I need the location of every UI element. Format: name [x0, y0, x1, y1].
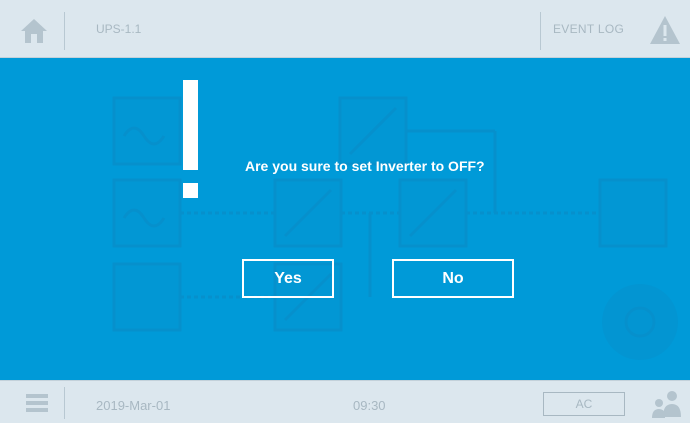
yes-button[interactable]: Yes [242, 259, 334, 298]
confirm-message: Are you sure to set Inverter to OFF? [245, 158, 485, 174]
no-button[interactable]: No [392, 259, 514, 298]
divider [540, 12, 541, 50]
divider [64, 387, 65, 419]
event-log-button[interactable]: EVENT LOG [553, 22, 624, 36]
main-panel: Are you sure to set Inverter to OFF? Yes… [0, 58, 690, 380]
home-icon [21, 19, 47, 43]
mode-badge: AC [543, 392, 625, 416]
time-display: 09:30 [353, 398, 386, 413]
date-display: 2019-Mar-01 [96, 398, 171, 413]
home-button[interactable] [14, 11, 54, 51]
divider [64, 12, 65, 50]
warning-icon[interactable] [648, 13, 682, 47]
device-id: UPS-1.1 [96, 22, 142, 36]
exclamation-bar [183, 80, 198, 170]
top-bar: UPS-1.1 EVENT LOG [0, 0, 690, 58]
user-icon[interactable] [650, 387, 684, 421]
exclamation-dot [183, 183, 198, 198]
menu-icon[interactable] [24, 390, 50, 416]
bottom-bar: 2019-Mar-01 09:30 AC [0, 380, 690, 423]
ups-diagram-background [112, 96, 678, 360]
